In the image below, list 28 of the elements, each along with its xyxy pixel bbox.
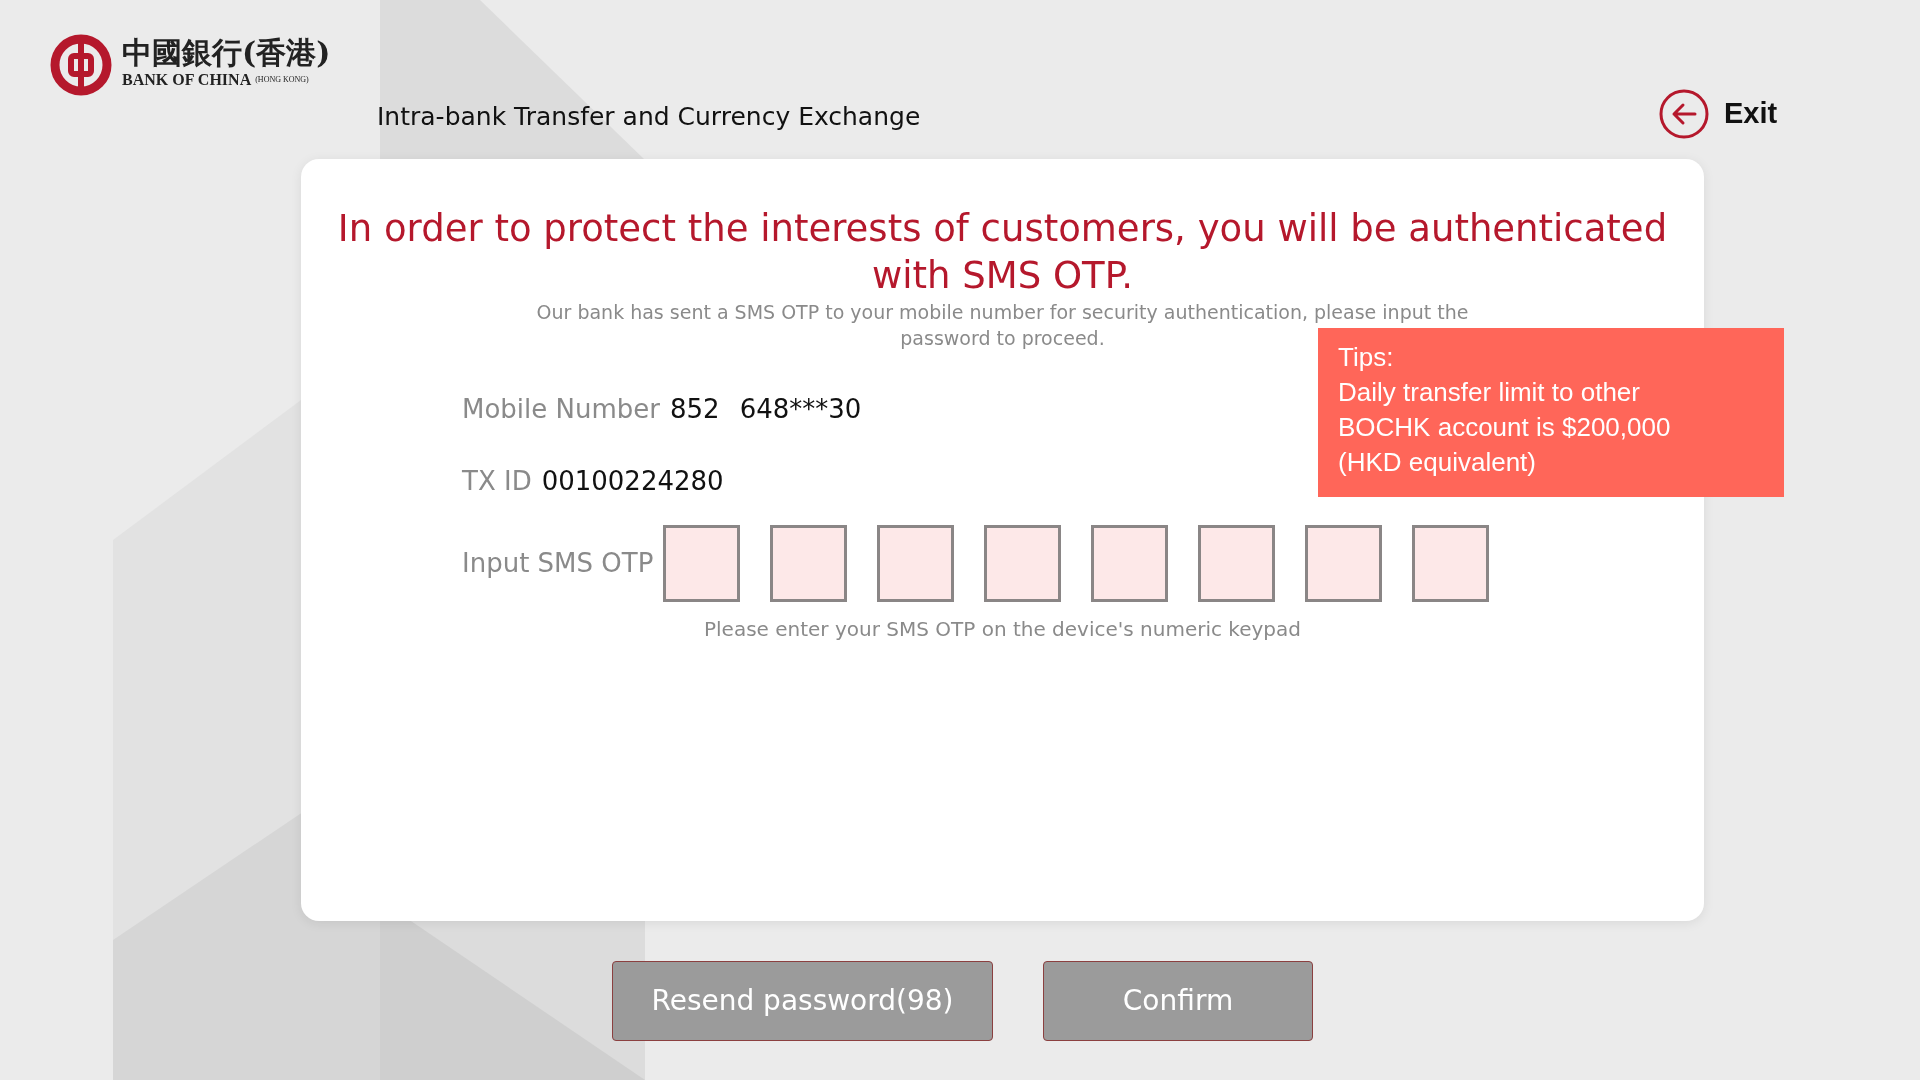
tips-title: Tips: — [1338, 341, 1395, 374]
otp-digit-box[interactable] — [1412, 525, 1490, 602]
tips-text: (HKD equivalent) — [1338, 446, 1537, 479]
otp-digit-box[interactable] — [1198, 525, 1276, 602]
logo-english-text: BANK OF CHINA — [122, 70, 252, 90]
otp-digit-box[interactable] — [984, 525, 1062, 602]
otp-hint: Please enter your SMS OTP on the device's numeric keypad — [703, 616, 1302, 643]
otp-digit-box[interactable] — [663, 525, 741, 602]
tips-text: Daily transfer limit to other — [1338, 376, 1641, 409]
otp-digit-box[interactable] — [877, 525, 955, 602]
exit-button[interactable]: Exit — [1658, 88, 1778, 140]
logo-chinese-text: 中國銀行(香港) — [122, 38, 331, 68]
field-value: 852 — [670, 392, 720, 426]
otp-digit-box[interactable] — [1091, 525, 1169, 602]
action-button[interactable]: Resend password(98) — [612, 961, 993, 1041]
bank-logo-icon — [50, 34, 112, 96]
otp-digit-box[interactable] — [770, 525, 848, 602]
field-value: 648***30 — [739, 392, 862, 426]
field-label: Mobile Number — [462, 392, 660, 426]
field-value: 00100224280 — [541, 464, 724, 498]
auth-heading: In order to protect the interests of customers, you will be authenticated with SMS OTP. — [336, 206, 1669, 299]
logo-region-text: (HONG KONG) — [255, 74, 309, 86]
tips-text: BOCHK account is $200,000 — [1338, 411, 1672, 444]
field-label: Input SMS OTP — [462, 547, 654, 580]
field-label: TX ID — [462, 464, 532, 498]
otp-digit-box[interactable] — [1305, 525, 1383, 602]
action-button[interactable]: Confirm — [1043, 961, 1313, 1041]
page-title: Intra-bank Transfer and Currency Exchange — [377, 101, 921, 133]
